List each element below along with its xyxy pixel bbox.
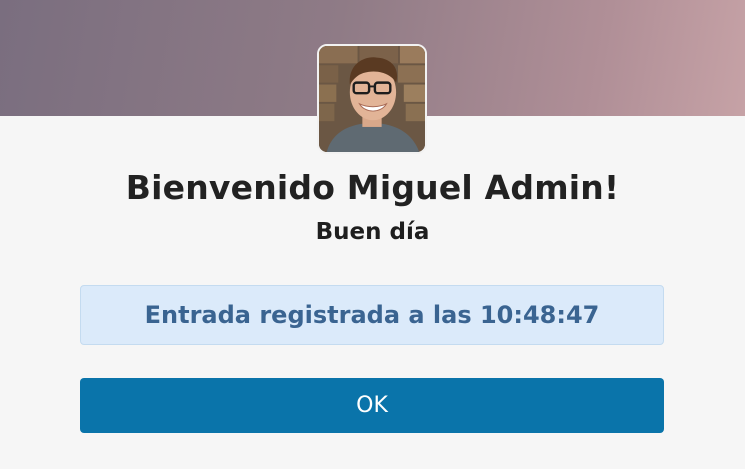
checkin-notice-text: Entrada registrada a las 10:48:47 (144, 301, 600, 329)
welcome-title: Bienvenido Miguel Admin! (125, 168, 620, 207)
greeting-subtitle: Buen día (315, 219, 430, 245)
user-photo (319, 46, 425, 152)
avatar (317, 44, 427, 154)
welcome-dialog: Bienvenido Miguel Admin! Buen día Entrad… (0, 0, 745, 469)
ok-button[interactable]: OK (80, 378, 664, 433)
checkin-notice: Entrada registrada a las 10:48:47 (80, 285, 664, 345)
